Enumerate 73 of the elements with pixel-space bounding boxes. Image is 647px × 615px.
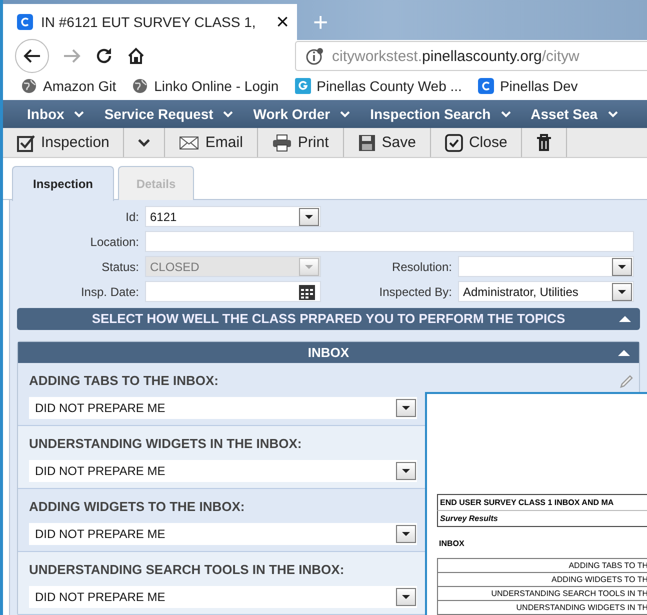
text-field[interactable] bbox=[145, 231, 634, 252]
collapse-icon[interactable] bbox=[618, 315, 632, 323]
reload-icon[interactable] bbox=[95, 47, 113, 65]
dropdown-field[interactable]: DID NOT PREPARE ME bbox=[29, 460, 417, 482]
globe-icon bbox=[132, 78, 148, 94]
dropdown-field[interactable]: DID NOT PREPARE ME bbox=[29, 586, 417, 608]
caret-icon bbox=[138, 138, 150, 146]
question-label: UNDERSTANDING WIDGETS IN THE INBOX: bbox=[29, 436, 302, 451]
document-subtitle: Survey Results bbox=[437, 511, 647, 527]
dropdown-field[interactable]: DID NOT PREPARE ME bbox=[29, 523, 417, 545]
question-label: ADDING WIDGETS TO THE INBOX: bbox=[29, 499, 245, 514]
dropdown-arrow-icon bbox=[400, 593, 412, 601]
dropdown-field[interactable]: Administrator, Utilities bbox=[458, 281, 634, 302]
table-cell: UNDERSTANDING WIDGETS IN TH bbox=[437, 601, 647, 615]
section-header[interactable]: SELECT HOW WELL THE CLASS PRPARED YOU TO PERFORM THE TOPICS bbox=[17, 308, 640, 330]
envelope-icon bbox=[179, 136, 200, 150]
back-button[interactable] bbox=[15, 39, 49, 73]
dropdown-arrow-icon bbox=[616, 288, 628, 296]
dropdown-arrow-icon bbox=[303, 262, 315, 270]
calendar-icon[interactable] bbox=[298, 284, 316, 300]
dropdown-field[interactable]: 6121 bbox=[145, 206, 321, 227]
chevron-icon bbox=[223, 110, 234, 118]
question-label: UNDERSTANDING SEARCH TOOLS IN THE INBOX: bbox=[29, 562, 344, 577]
bookmark-item[interactable]: Linko Online - Login bbox=[132, 78, 279, 94]
dropdown-arrow-icon bbox=[616, 262, 628, 270]
menu-item[interactable]: Inbox bbox=[27, 106, 92, 122]
chevron-icon bbox=[74, 110, 84, 118]
table-cell: ADDING TABS TO TH bbox=[437, 558, 647, 573]
chevron-icon bbox=[608, 110, 618, 118]
bookmark-item[interactable]: Pinellas County Web ... bbox=[294, 78, 462, 94]
date-field[interactable] bbox=[145, 281, 321, 302]
close-button[interactable]: × bbox=[276, 11, 289, 33]
dropdown-arrow-icon bbox=[400, 530, 412, 538]
dropdown-field[interactable] bbox=[458, 256, 634, 277]
table-cell: ADDING WIDGETS TO TH bbox=[437, 573, 647, 587]
dropdown-arrow-icon bbox=[400, 467, 412, 475]
bookmark-item[interactable]: Amazon Git bbox=[21, 78, 116, 94]
menu-item[interactable]: Work Order bbox=[253, 106, 358, 122]
dropdown-arrow-icon bbox=[303, 212, 315, 220]
field-label: Inspected By: bbox=[378, 284, 453, 298]
home-icon[interactable] bbox=[127, 47, 145, 65]
chevron-icon bbox=[340, 110, 350, 118]
app-logo-icon bbox=[17, 14, 33, 30]
tab[interactable]: Inspection bbox=[12, 166, 114, 201]
back-icon bbox=[23, 48, 41, 64]
document-title: END USER SURVEY CLASS 1 INBOX AND MA bbox=[437, 494, 647, 511]
globe-icon bbox=[21, 78, 37, 94]
group-header[interactable]: INBOX bbox=[18, 342, 639, 363]
field-label: Insp. Date: bbox=[80, 284, 140, 298]
dropdown-arrow-icon bbox=[400, 404, 412, 412]
info-icon bbox=[306, 47, 324, 65]
browser-tab[interactable]: IN #6121 EUT SURVEY CLASS 1, × bbox=[3, 4, 297, 40]
field-label: Id: bbox=[124, 210, 140, 224]
collapse-icon[interactable] bbox=[617, 349, 631, 357]
table-cell: UNDERSTANDING SEARCH TOOLS IN TH bbox=[437, 587, 647, 601]
printer-icon bbox=[272, 134, 292, 152]
menu-item[interactable]: Asset Sea bbox=[530, 106, 626, 122]
dropdown-field[interactable]: DID NOT PREPARE ME bbox=[29, 397, 417, 419]
checkbox-icon bbox=[444, 134, 463, 152]
bookmark-item[interactable]: Pinellas Dev bbox=[478, 78, 578, 94]
checkbox-icon bbox=[17, 134, 35, 152]
trash-icon bbox=[536, 134, 552, 152]
field-label: Status: bbox=[100, 260, 140, 274]
site-logo-icon bbox=[294, 78, 311, 94]
question-label: ADDING TABS TO THE INBOX: bbox=[29, 373, 218, 388]
app-logo-icon bbox=[478, 78, 494, 94]
address-bar[interactable]: cityworkstest.pinellascounty.org/cityw bbox=[295, 41, 647, 71]
menu-item[interactable]: Inspection Search bbox=[370, 106, 519, 122]
menu-item[interactable]: Service Request bbox=[104, 106, 242, 122]
field-label: Location: bbox=[89, 234, 140, 248]
document-heading: INBOX bbox=[438, 538, 466, 550]
field-label: Resolution: bbox=[390, 260, 453, 274]
chevron-icon bbox=[500, 110, 511, 118]
